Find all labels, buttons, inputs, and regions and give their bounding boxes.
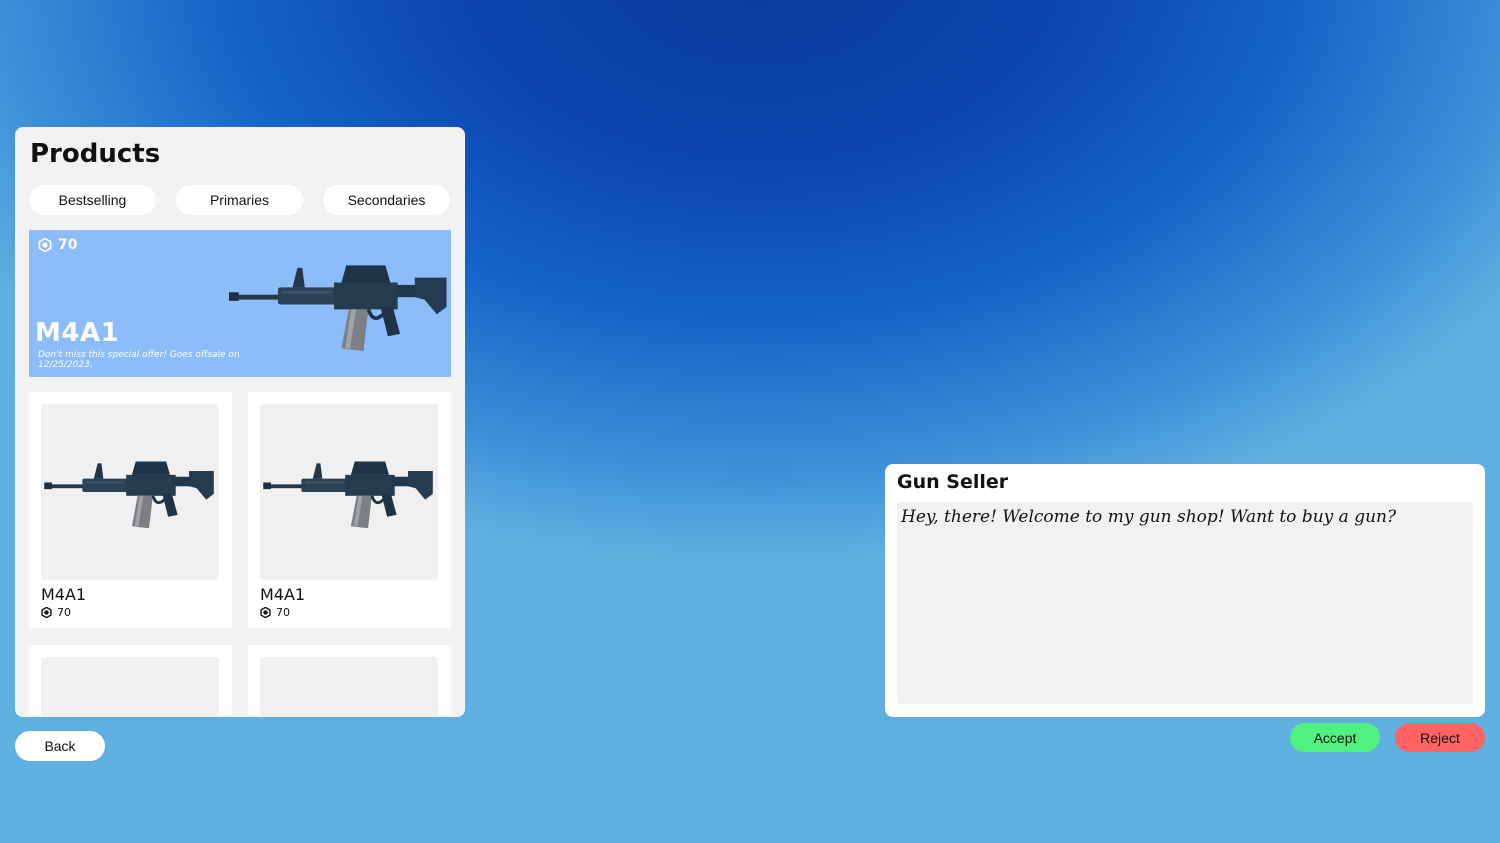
rifle-image: [229, 263, 449, 353]
featured-price: 70: [38, 237, 77, 253]
product-name: M4A1: [41, 585, 87, 604]
product-price: 70: [41, 606, 71, 619]
dialog-message: Hey, there! Welcome to my gun shop! Want…: [901, 507, 1397, 527]
currency-icon: [38, 238, 52, 252]
products-panel: Products Bestselling Primaries Secondari…: [15, 127, 465, 717]
product-image: [41, 404, 219, 580]
currency-icon: [260, 607, 271, 618]
tab-bestselling[interactable]: Bestselling: [29, 185, 156, 215]
reject-button[interactable]: Reject: [1395, 723, 1485, 752]
featured-name: M4A1: [35, 318, 120, 348]
featured-offer[interactable]: 70 M4A1 Don't miss this special offer! G…: [29, 230, 451, 377]
tab-primaries[interactable]: Primaries: [176, 185, 303, 215]
product-card[interactable]: M4A1 70: [248, 392, 451, 628]
currency-icon: [41, 607, 52, 618]
tab-secondaries[interactable]: Secondaries: [323, 185, 450, 215]
back-button[interactable]: Back: [15, 731, 105, 761]
product-image: [260, 404, 438, 580]
product-price-value: 70: [57, 606, 71, 619]
product-image: [41, 657, 219, 717]
dialog-textbox: Hey, there! Welcome to my gun shop! Want…: [897, 502, 1473, 704]
product-card[interactable]: [248, 645, 451, 717]
rifle-image: [261, 460, 435, 530]
product-name: M4A1: [260, 585, 306, 604]
product-price-value: 70: [276, 606, 290, 619]
product-image: [260, 657, 438, 717]
product-card[interactable]: [29, 645, 232, 717]
featured-price-value: 70: [58, 237, 78, 253]
dialog-panel: Gun Seller Hey, there! Welcome to my gun…: [885, 464, 1485, 717]
product-price: 70: [260, 606, 290, 619]
accept-button[interactable]: Accept: [1290, 723, 1380, 752]
product-card[interactable]: M4A1 70: [29, 392, 232, 628]
rifle-image: [42, 460, 216, 530]
products-title: Products: [30, 139, 161, 169]
featured-description: Don't miss this special offer! Goes offs…: [38, 350, 240, 370]
speaker-name: Gun Seller: [897, 471, 1009, 493]
